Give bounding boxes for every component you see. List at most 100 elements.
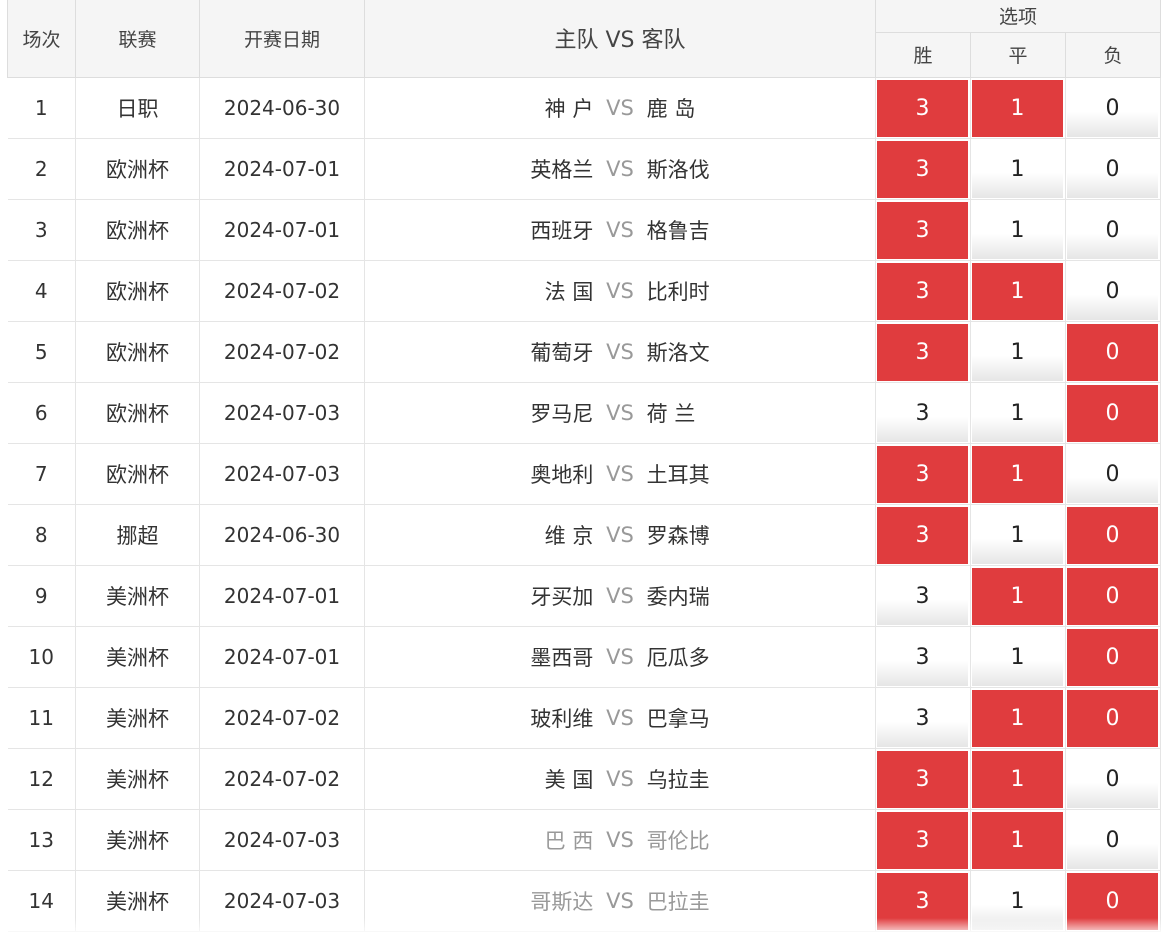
draw-cell: 1	[970, 748, 1066, 810]
win-option-button[interactable]: 3	[877, 201, 968, 259]
draw-option-button[interactable]: 1	[972, 79, 1063, 137]
lose-option-button[interactable]: 0	[1067, 201, 1159, 259]
home-team: 墨西哥	[530, 645, 594, 670]
draw-option-button[interactable]: 1	[972, 567, 1063, 625]
lose-option-button[interactable]: 0	[1067, 140, 1159, 198]
draw-option-button[interactable]: 1	[972, 445, 1063, 503]
draw-cell: 1	[970, 443, 1066, 505]
lose-option-button[interactable]: 0	[1067, 384, 1159, 442]
away-team: 厄瓜多	[646, 645, 710, 670]
lose-cell: 0	[1065, 199, 1161, 261]
draw-option-button[interactable]: 1	[972, 872, 1063, 930]
win-cell: 3	[875, 504, 971, 566]
match-number: 5	[7, 321, 76, 383]
lose-option-button[interactable]: 0	[1067, 628, 1159, 686]
lose-option-button[interactable]: 0	[1067, 811, 1159, 869]
vs-label: VS	[606, 278, 634, 303]
lose-option-button[interactable]: 0	[1067, 567, 1159, 625]
home-team: 哥斯达	[530, 889, 594, 914]
win-option-button[interactable]: 3	[877, 628, 968, 686]
win-option-button[interactable]: 3	[877, 323, 968, 381]
lose-option-button[interactable]: 0	[1067, 506, 1159, 564]
lose-cell: 0	[1065, 809, 1161, 871]
win-cell: 3	[875, 138, 971, 200]
match-date: 2024-07-02	[199, 687, 365, 749]
win-option-button[interactable]: 3	[877, 445, 968, 503]
lose-option-button[interactable]: 0	[1067, 323, 1159, 381]
draw-cell: 1	[970, 138, 1066, 200]
match-teams: 葡萄牙 VS 斯洛文	[364, 321, 876, 383]
draw-option-button[interactable]: 1	[972, 140, 1063, 198]
lose-option-button[interactable]: 0	[1067, 872, 1159, 930]
vs-label: VS	[606, 888, 634, 913]
vs-label: VS	[606, 339, 634, 364]
vs-label: VS	[606, 583, 634, 608]
draw-cell: 1	[970, 199, 1066, 261]
match-teams: 法 国 VS 比利时	[364, 260, 876, 322]
match-date: 2024-07-03	[199, 809, 365, 871]
win-cell: 3	[875, 199, 971, 261]
table-row: 11 美洲杯 2024-07-02 玻利维 VS 巴拿马 3 1 0	[7, 687, 1161, 749]
win-cell: 3	[875, 748, 971, 810]
draw-option-button[interactable]: 1	[972, 689, 1063, 747]
match-date: 2024-07-02	[199, 321, 365, 383]
table-row: 7 欧洲杯 2024-07-03 奥地利 VS 土耳其 3 1 0	[7, 443, 1161, 505]
win-option-button[interactable]: 3	[877, 140, 968, 198]
league-name: 美洲杯	[75, 687, 200, 749]
draw-cell: 1	[970, 809, 1066, 871]
win-option-button[interactable]: 3	[877, 567, 968, 625]
match-number: 7	[7, 443, 76, 505]
lose-cell: 0	[1065, 748, 1161, 810]
draw-option-button[interactable]: 1	[972, 750, 1063, 808]
win-option-button[interactable]: 3	[877, 872, 968, 930]
home-team: 英格兰	[530, 157, 594, 182]
vs-label: VS	[606, 766, 634, 791]
win-cell: 3	[875, 687, 971, 749]
lose-option-button[interactable]: 0	[1067, 445, 1159, 503]
home-team: 西班牙	[530, 218, 594, 243]
draw-option-button[interactable]: 1	[972, 201, 1063, 259]
win-cell: 3	[875, 77, 971, 139]
win-cell: 3	[875, 565, 971, 627]
draw-option-button[interactable]: 1	[972, 323, 1063, 381]
match-teams: 英格兰 VS 斯洛伐	[364, 138, 876, 200]
match-date: 2024-07-01	[199, 626, 365, 688]
win-cell: 3	[875, 382, 971, 444]
league-name: 欧洲杯	[75, 321, 200, 383]
win-option-button[interactable]: 3	[877, 811, 968, 869]
match-date: 2024-07-02	[199, 748, 365, 810]
away-team: 巴拉圭	[646, 889, 710, 914]
draw-cell: 1	[970, 687, 1066, 749]
lose-option-button[interactable]: 0	[1067, 750, 1159, 808]
match-number: 9	[7, 565, 76, 627]
win-option-button[interactable]: 3	[877, 262, 968, 320]
match-number: 14	[7, 870, 76, 932]
draw-option-button[interactable]: 1	[972, 506, 1063, 564]
vs-label: VS	[606, 217, 634, 242]
table-row: 14 美洲杯 2024-07-03 哥斯达 VS 巴拉圭 3 1 0	[7, 870, 1161, 932]
league-name: 美洲杯	[75, 565, 200, 627]
away-team: 荷 兰	[646, 401, 696, 426]
draw-option-button[interactable]: 1	[972, 262, 1063, 320]
lose-option-button[interactable]: 0	[1067, 79, 1159, 137]
draw-option-button[interactable]: 1	[972, 384, 1063, 442]
draw-option-button[interactable]: 1	[972, 811, 1063, 869]
match-teams: 维 京 VS 罗森博	[364, 504, 876, 566]
win-option-button[interactable]: 3	[877, 79, 968, 137]
match-number: 8	[7, 504, 76, 566]
win-option-button[interactable]: 3	[877, 689, 968, 747]
header-options: 选项	[874, 0, 1161, 33]
table-header: 场次 联赛 开赛日期 主队 VS 客队 选项 胜 平 负	[7, 0, 1161, 78]
lose-cell: 0	[1065, 443, 1161, 505]
win-option-button[interactable]: 3	[877, 506, 968, 564]
league-name: 美洲杯	[75, 626, 200, 688]
win-option-button[interactable]: 3	[877, 384, 968, 442]
win-option-button[interactable]: 3	[877, 750, 968, 808]
draw-option-button[interactable]: 1	[972, 628, 1063, 686]
lose-option-button[interactable]: 0	[1067, 689, 1159, 747]
vs-label: VS	[606, 156, 634, 181]
win-cell: 3	[875, 626, 971, 688]
lose-option-button[interactable]: 0	[1067, 262, 1159, 320]
lose-cell: 0	[1065, 260, 1161, 322]
match-table: 场次 联赛 开赛日期 主队 VS 客队 选项 胜 平 负 1 日职 2024-06-…	[7, 0, 1161, 932]
